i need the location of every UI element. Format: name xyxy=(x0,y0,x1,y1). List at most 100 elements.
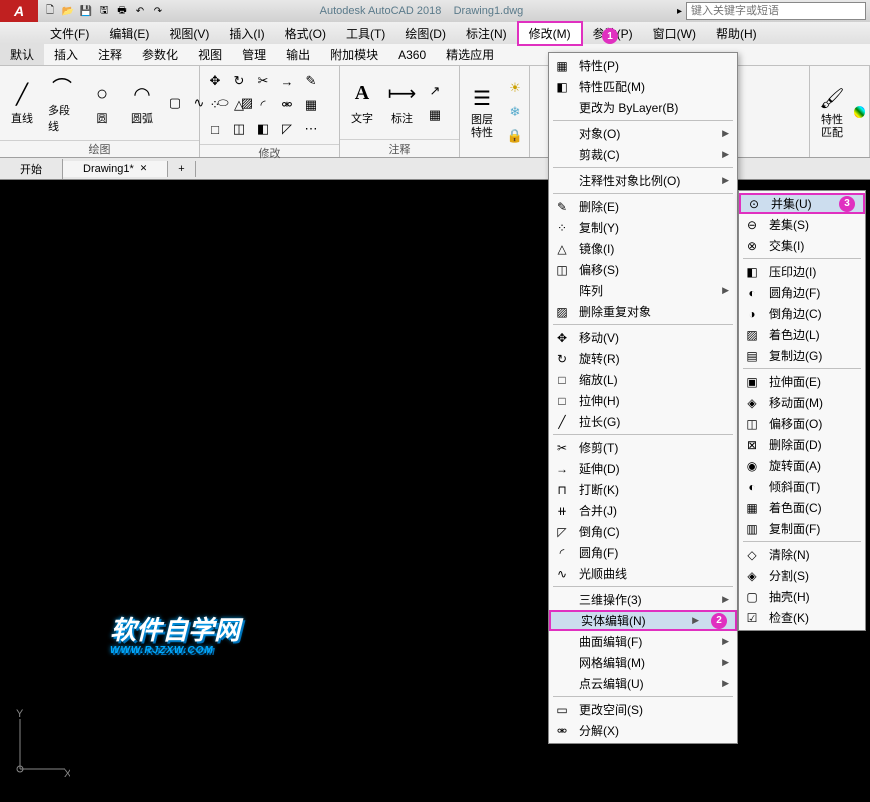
menu-7[interactable]: 标注(N) xyxy=(456,23,517,44)
ribbon-tab-5[interactable]: 管理 xyxy=(232,44,276,65)
menu-item-14[interactable]: ▨删除重复对象 xyxy=(549,301,737,322)
search-input[interactable] xyxy=(686,2,866,20)
mirror-icon[interactable]: △ xyxy=(228,94,250,116)
ribbon-tab-2[interactable]: 注释 xyxy=(88,44,132,65)
trim-icon[interactable]: ✂ xyxy=(252,70,274,92)
menu-item-0[interactable]: ⊙并集(U)3 xyxy=(739,193,865,214)
menu-item-33[interactable]: 网格编辑(M)▶ xyxy=(549,652,737,673)
menu-5[interactable]: 工具(T) xyxy=(336,23,395,44)
color-wheel-icon[interactable] xyxy=(854,106,865,118)
menu-item-31[interactable]: 实体编辑(N)▶2 xyxy=(549,610,737,631)
erase-icon[interactable]: ✎ xyxy=(300,70,322,92)
app-logo[interactable]: A xyxy=(0,0,38,22)
chamfer-icon[interactable]: ◸ xyxy=(276,118,298,140)
menu-item-15[interactable]: ◐倾斜面(T) xyxy=(739,476,865,497)
menu-item-30[interactable]: 三维操作(3)▶ xyxy=(549,589,737,610)
text-button[interactable]: A文字 xyxy=(344,78,380,128)
ribbon-tab-4[interactable]: 视图 xyxy=(188,44,232,65)
arc-button[interactable]: ◠圆弧 xyxy=(124,78,160,128)
menu-item-11[interactable]: △镜像(I) xyxy=(549,238,737,259)
circle-button[interactable]: ○圆 xyxy=(84,78,120,128)
menu-item-0[interactable]: ▦特性(P) xyxy=(549,55,737,76)
menu-1[interactable]: 编辑(E) xyxy=(99,23,159,44)
layer-sun-icon[interactable]: ☀ xyxy=(504,77,526,99)
close-icon[interactable]: ✕ xyxy=(140,163,148,174)
menu-item-11[interactable]: ◈移动面(M) xyxy=(739,392,865,413)
polyline-button[interactable]: ⌒多段线 xyxy=(44,70,80,136)
explode-icon[interactable]: ⚮ xyxy=(276,94,298,116)
menu-item-4[interactable]: ◧压印边(I) xyxy=(739,261,865,282)
menu-item-1[interactable]: ◧特性匹配(M) xyxy=(549,76,737,97)
move-icon[interactable]: ✥ xyxy=(204,70,226,92)
menu-item-22[interactable]: ☑检查(K) xyxy=(739,607,865,628)
menu-item-9[interactable]: ✎删除(E) xyxy=(549,196,737,217)
ribbon-tab-3[interactable]: 参数化 xyxy=(132,44,188,65)
menu-item-12[interactable]: ◫偏移面(O) xyxy=(739,413,865,434)
menu-item-10[interactable]: ⁘复制(Y) xyxy=(549,217,737,238)
menu-item-8[interactable]: ▤复制边(G) xyxy=(739,345,865,366)
saveas-icon[interactable]: 🖫 xyxy=(96,3,112,19)
menu-item-2[interactable]: 更改为 ByLayer(B) xyxy=(549,97,737,118)
menu-item-13[interactable]: 阵列▶ xyxy=(549,280,737,301)
undo-icon[interactable]: ↶ xyxy=(132,3,148,19)
menu-item-24[interactable]: ⊓打断(K) xyxy=(549,479,737,500)
save-icon[interactable]: 💾 xyxy=(78,3,94,19)
menu-item-37[interactable]: ⚮分解(X) xyxy=(549,720,737,741)
modify-more-icon[interactable]: ⋯ xyxy=(300,118,322,140)
menu-item-7[interactable]: ▨着色边(L) xyxy=(739,324,865,345)
layer-props-button[interactable]: ☰图层 特性 xyxy=(464,82,500,140)
menu-item-20[interactable]: ◈分割(S) xyxy=(739,565,865,586)
menu-item-13[interactable]: ⊠删除面(D) xyxy=(739,434,865,455)
menu-item-22[interactable]: ✂修剪(T) xyxy=(549,437,737,458)
ribbon-tab-9[interactable]: 精选应用 xyxy=(436,44,504,65)
menu-item-18[interactable]: □缩放(L) xyxy=(549,369,737,390)
layer-lock-icon[interactable]: 🔒 xyxy=(504,125,526,147)
menu-6[interactable]: 绘图(D) xyxy=(395,23,456,44)
menu-item-5[interactable]: ◐圆角边(F) xyxy=(739,282,865,303)
menu-item-6[interactable]: ◑倒角边(C) xyxy=(739,303,865,324)
menu-10[interactable]: 窗口(W) xyxy=(643,23,706,44)
ribbon-tab-0[interactable]: 默认 xyxy=(0,44,44,65)
rect-icon[interactable]: ▢ xyxy=(164,92,186,114)
menu-item-23[interactable]: →延伸(D) xyxy=(549,458,737,479)
menu-11[interactable]: 帮助(H) xyxy=(706,23,767,44)
stretch-icon[interactable]: □ xyxy=(204,118,226,140)
extend-icon[interactable]: → xyxy=(276,70,298,92)
menu-item-34[interactable]: 点云编辑(U)▶ xyxy=(549,673,737,694)
ribbon-tab-7[interactable]: 附加模块 xyxy=(320,44,388,65)
menu-item-16[interactable]: ▦着色面(C) xyxy=(739,497,865,518)
menu-item-27[interactable]: ◜圆角(F) xyxy=(549,542,737,563)
menu-item-17[interactable]: ↻旋转(R) xyxy=(549,348,737,369)
menu-0[interactable]: 文件(F) xyxy=(40,23,99,44)
menu-item-26[interactable]: ◸倒角(C) xyxy=(549,521,737,542)
layer-freeze-icon[interactable]: ❄ xyxy=(504,101,526,123)
menu-item-12[interactable]: ◫偏移(S) xyxy=(549,259,737,280)
menu-item-19[interactable]: □拉伸(H) xyxy=(549,390,737,411)
leader-icon[interactable]: ↗ xyxy=(424,80,446,102)
rotate-icon[interactable]: ↻ xyxy=(228,70,250,92)
menu-item-21[interactable]: ▢抽壳(H) xyxy=(739,586,865,607)
redo-icon[interactable]: ↷ xyxy=(150,3,166,19)
menu-item-32[interactable]: 曲面编辑(F)▶ xyxy=(549,631,737,652)
menu-item-7[interactable]: 注释性对象比例(O)▶ xyxy=(549,170,737,191)
fillet-icon[interactable]: ◜ xyxy=(252,94,274,116)
menu-2[interactable]: 视图(V) xyxy=(159,23,219,44)
table-icon[interactable]: ▦ xyxy=(424,104,446,126)
dim-button[interactable]: ⟼标注 xyxy=(384,78,420,128)
menu-item-4[interactable]: 对象(O)▶ xyxy=(549,123,737,144)
ribbon-tab-6[interactable]: 输出 xyxy=(276,44,320,65)
menu-item-17[interactable]: ▥复制面(F) xyxy=(739,518,865,539)
ribbon-tab-1[interactable]: 插入 xyxy=(44,44,88,65)
array-icon[interactable]: ▦ xyxy=(300,94,322,116)
menu-item-1[interactable]: ⊖差集(S) xyxy=(739,214,865,235)
ribbon-tab-8[interactable]: A360 xyxy=(388,46,436,64)
menu-4[interactable]: 格式(O) xyxy=(275,23,336,44)
menu-item-36[interactable]: ▭更改空间(S) xyxy=(549,699,737,720)
menu-3[interactable]: 插入(I) xyxy=(219,23,274,44)
menu-item-5[interactable]: 剪裁(C)▶ xyxy=(549,144,737,165)
open-icon[interactable]: 📂 xyxy=(60,3,76,19)
menu-item-16[interactable]: ✥移动(V) xyxy=(549,327,737,348)
tab-start[interactable]: 开始 xyxy=(0,159,63,179)
print-icon[interactable]: 🖶 xyxy=(114,3,130,19)
offset-icon[interactable]: ◧ xyxy=(252,118,274,140)
